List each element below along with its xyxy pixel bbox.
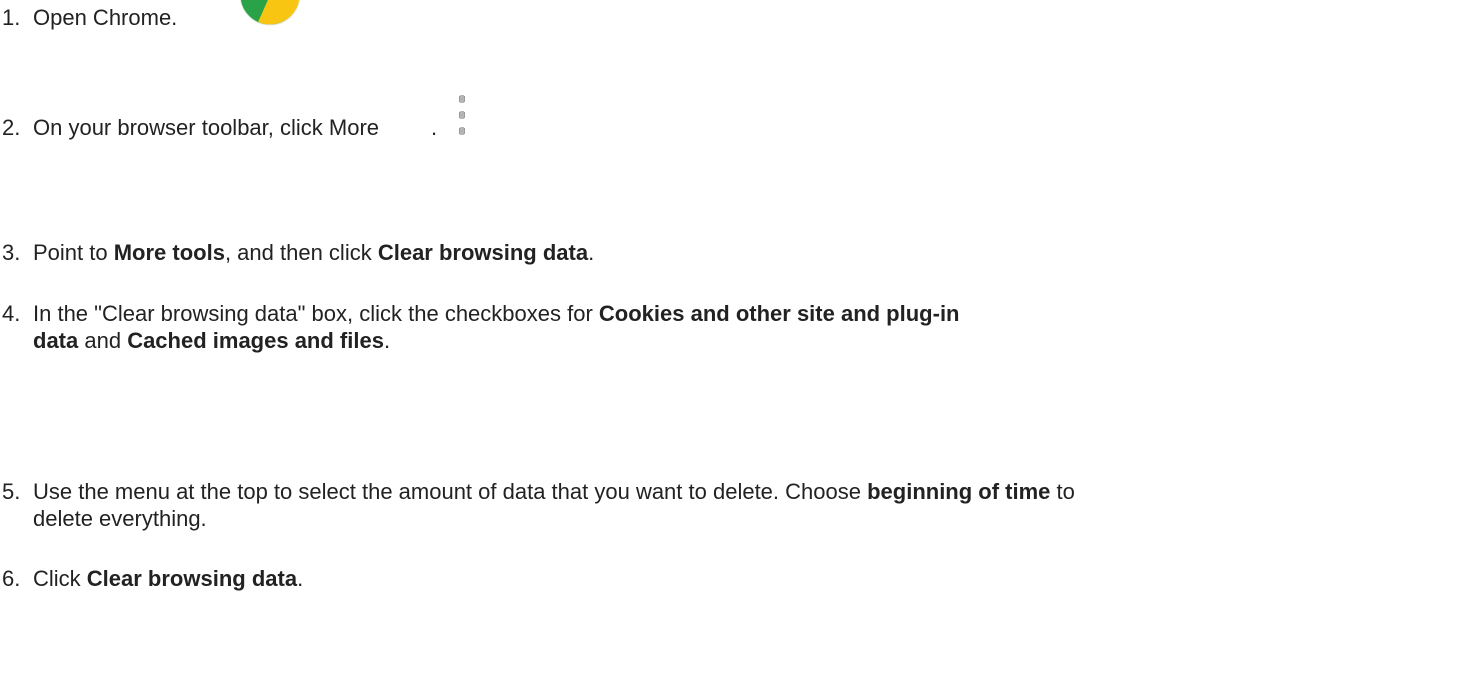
step-text: On your browser toolbar, click More.: [33, 115, 438, 140]
more-vertical-icon: [457, 94, 467, 140]
step-text-line-2: delete everything.: [33, 506, 207, 531]
step-text: Point to More tools, and then click Clea…: [33, 240, 595, 265]
step-number: 2.: [2, 115, 21, 140]
step-text-line-2: data and Cached images and files.: [33, 328, 391, 353]
bold-term: Clear browsing data: [377, 240, 589, 265]
step-text-line-1: Use the menu at the top to select the am…: [33, 479, 1075, 504]
step-text-line-1: In the "Clear browsing data" box, click …: [33, 301, 960, 326]
step-text: Open Chrome.: [33, 5, 178, 30]
bold-term: data: [33, 328, 79, 353]
bold-term: Cached images and files: [127, 328, 384, 353]
step-number: 6.: [2, 566, 21, 591]
bold-term: Clear browsing data: [86, 566, 298, 591]
bold-term: beginning of time: [867, 479, 1051, 504]
step-number: 4.: [2, 301, 21, 326]
bold-term: More tools: [113, 240, 225, 265]
chrome-logo-icon: [238, 0, 302, 27]
step-number: 3.: [2, 240, 21, 265]
step-number: 1.: [2, 5, 21, 30]
step-number: 5.: [2, 479, 21, 504]
step-text: Click Clear browsing data.: [33, 566, 304, 591]
bold-term: Cookies and other site and plug-in: [598, 301, 960, 326]
